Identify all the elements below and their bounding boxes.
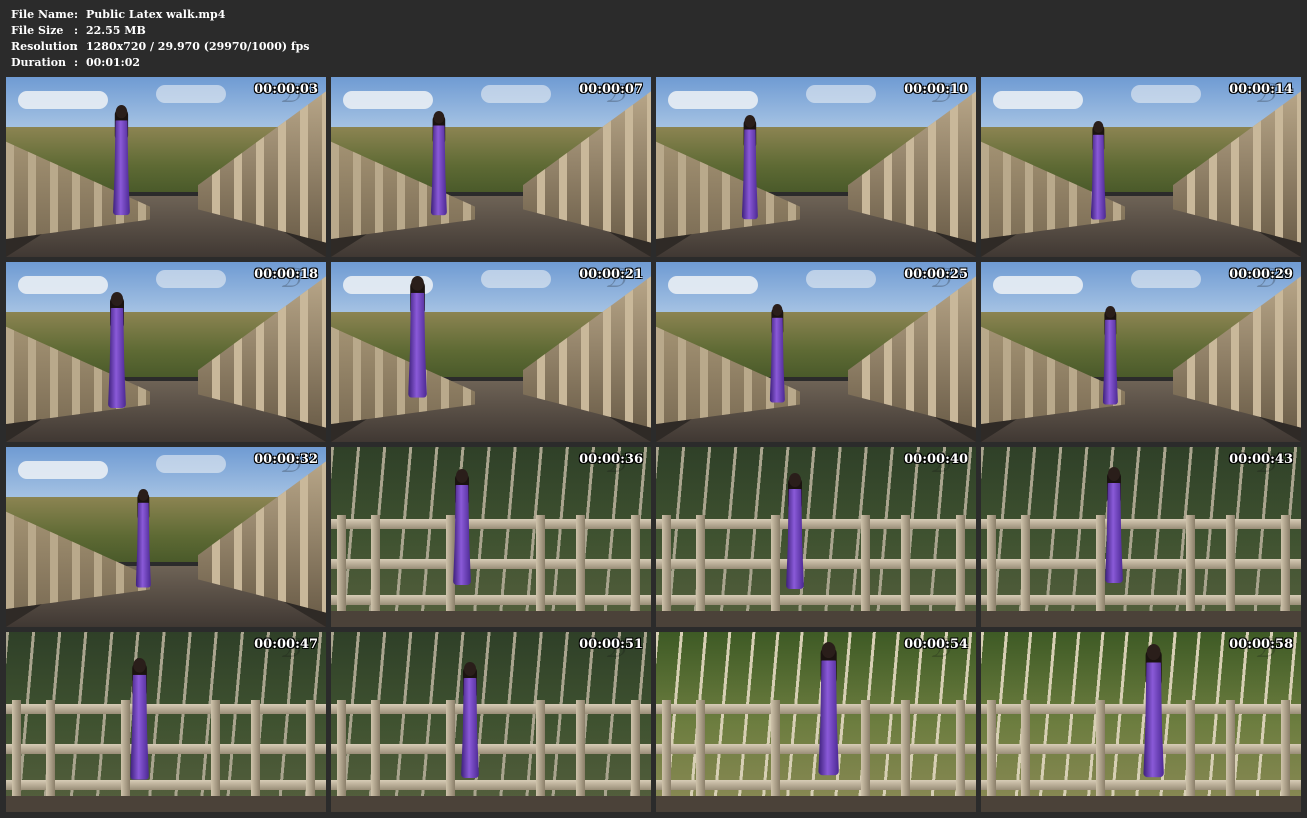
frame-image [331,77,651,257]
info-label: Duration [11,56,67,69]
thumbnail-timestamp: 00:00:03 [254,82,318,97]
video-thumbnail[interactable]: ℬ 00:00:32 [6,447,326,627]
model-figure [1141,644,1166,782]
model-figure [1089,121,1108,223]
model-figure [459,662,481,782]
info-label: Resolution [11,40,78,53]
model-figure [406,276,429,402]
thumbnail-timestamp: 00:00:07 [579,82,643,97]
model-figure [111,105,132,219]
video-thumbnail[interactable]: ℬ 00:00:07 [331,77,651,257]
frame-image [331,262,651,442]
info-label: File Name [11,8,74,21]
frame-image [981,447,1301,627]
info-separator: : [74,40,79,53]
model-figure [106,292,128,412]
video-thumbnail[interactable]: ℬ 00:00:25 [656,262,976,442]
info-value: 1280x720 / 29.970 (29970/1000) fps [86,40,310,53]
video-thumbnail[interactable]: ℬ 00:00:03 [6,77,326,257]
video-thumbnail[interactable]: ℬ 00:00:51 [331,632,651,812]
thumbnail-timestamp: 00:00:51 [579,637,643,652]
info-row-file-size: File Size : 22.55 MB [11,23,310,39]
model-figure [429,111,449,219]
video-thumbnail[interactable]: ℬ 00:00:47 [6,632,326,812]
frame-image [981,262,1301,442]
info-value: Public Latex walk.mp4 [86,8,226,21]
model-figure [128,658,151,784]
video-thumbnail[interactable]: ℬ 00:00:21 [331,262,651,442]
thumbnail-timestamp: 00:00:10 [904,82,968,97]
thumbnail-timestamp: 00:00:32 [254,452,318,467]
video-thumbnail[interactable]: ℬ 00:00:43 [981,447,1301,627]
thumbnail-timestamp: 00:00:40 [904,452,968,467]
frame-image [6,632,326,812]
video-thumbnail[interactable]: ℬ 00:00:14 [981,77,1301,257]
info-value: 22.55 MB [86,24,146,37]
thumbnail-timestamp: 00:00:58 [1229,637,1293,652]
video-thumbnail[interactable]: ℬ 00:00:40 [656,447,976,627]
file-info-panel: File Name : Public Latex walk.mp4 File S… [11,7,310,71]
frame-image [6,77,326,257]
thumbnail-timestamp: 00:00:25 [904,267,968,282]
model-figure [1103,467,1125,587]
model-figure [134,489,153,591]
model-figure [451,469,473,589]
frame-image [656,447,976,627]
thumbnail-timestamp: 00:00:21 [579,267,643,282]
thumbnail-timestamp: 00:00:29 [1229,267,1293,282]
info-label: File Size [11,24,64,37]
thumbnail-timestamp: 00:00:54 [904,637,968,652]
frame-image [656,77,976,257]
video-thumbnail[interactable]: ℬ 00:00:58 [981,632,1301,812]
video-thumbnail[interactable]: ℬ 00:00:10 [656,77,976,257]
video-thumbnail[interactable]: ℬ 00:00:36 [331,447,651,627]
frame-image [6,262,326,442]
thumbnail-grid: ℬ 00:00:03 ℬ 00:00:07 ℬ 00:00:10 ℬ 00:00:14 ℬ 00:… [6,77,1301,812]
info-row-resolution: Resolution : 1280x720 / 29.970 (29970/10… [11,39,310,55]
frame-image [331,447,651,627]
model-figure [768,304,787,406]
model-figure [816,642,841,780]
video-thumbnail[interactable]: ℬ 00:00:54 [656,632,976,812]
thumbnail-timestamp: 00:00:47 [254,637,318,652]
thumbnail-timestamp: 00:00:18 [254,267,318,282]
model-figure [1101,306,1120,408]
info-value: 00:01:02 [86,56,141,69]
info-separator: : [74,8,79,21]
info-separator: : [74,24,79,37]
thumbnail-timestamp: 00:00:36 [579,452,643,467]
model-figure [740,115,760,223]
info-row-file-name: File Name : Public Latex walk.mp4 [11,7,310,23]
video-thumbnail[interactable]: ℬ 00:00:29 [981,262,1301,442]
thumbnail-timestamp: 00:00:43 [1229,452,1293,467]
frame-image [981,77,1301,257]
frame-image [331,632,651,812]
model-figure [784,473,806,593]
thumbnail-timestamp: 00:00:14 [1229,82,1293,97]
frame-image [656,262,976,442]
frame-image [6,447,326,627]
info-row-duration: Duration : 00:01:02 [11,55,310,71]
info-separator: : [74,56,79,69]
video-thumbnail[interactable]: ℬ 00:00:18 [6,262,326,442]
